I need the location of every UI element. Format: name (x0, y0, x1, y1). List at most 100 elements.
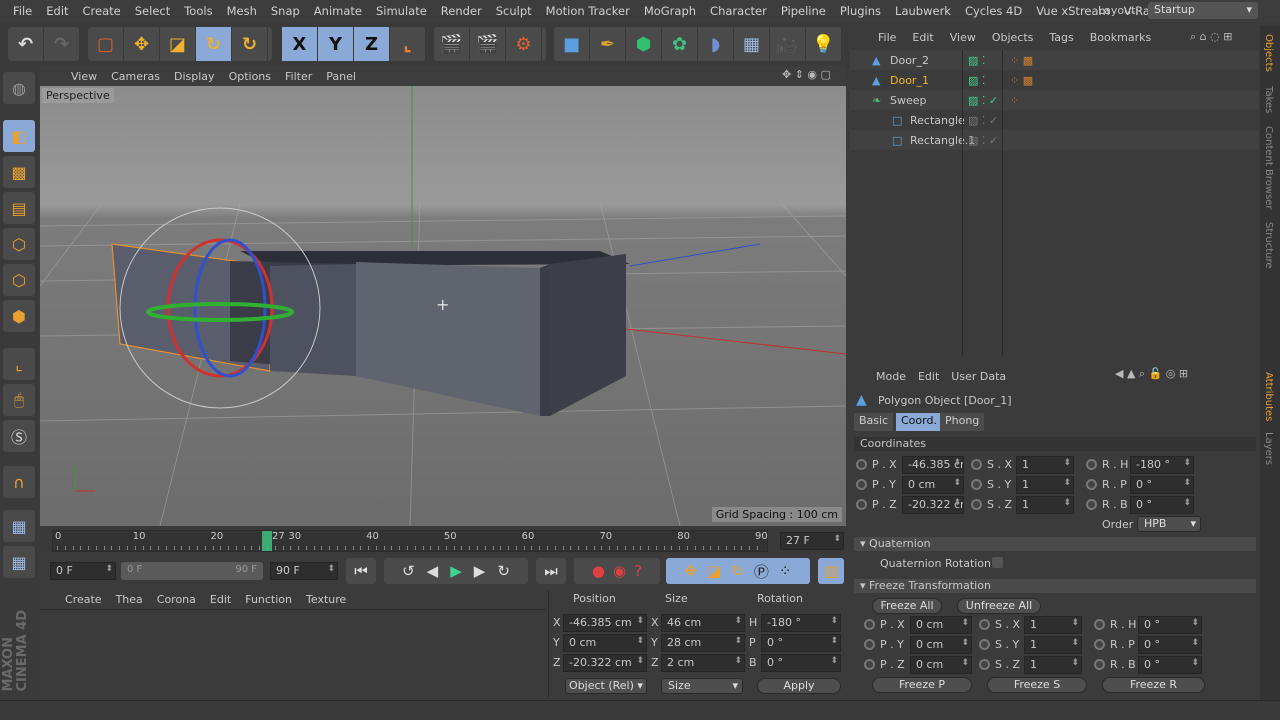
keyframe-selection-icon[interactable]: ? (634, 562, 642, 580)
coords-s-x-field[interactable]: 1 (1016, 456, 1074, 474)
coords-p-z-field[interactable]: -20.322 cr (902, 496, 964, 514)
rotation-b-field[interactable]: 0 ° (761, 654, 841, 672)
coords-r-p-field[interactable]: 0 ° (1130, 476, 1194, 494)
object-row-rectangle-1[interactable]: □ Rectangle.1 ▨ ⁚ ✓ (850, 130, 1258, 150)
freeze-p-y-field[interactable]: 0 cm (910, 636, 972, 654)
object-name[interactable]: Rectangle (910, 114, 965, 127)
menu-mesh[interactable]: Mesh (220, 4, 264, 18)
move-tool[interactable]: ✥ (124, 27, 160, 61)
menu-laubwerk[interactable]: Laubwerk (888, 4, 958, 18)
keyframe-radio[interactable] (864, 619, 875, 630)
object-menu-bookmarks[interactable]: Bookmarks (1082, 31, 1159, 44)
previous-frame-button[interactable]: ◀ (427, 562, 439, 580)
keyframe-radio[interactable] (971, 459, 982, 470)
frame-range-slider[interactable]: 0 F 90 F (121, 562, 263, 580)
rotation-p-field[interactable]: 0 ° (761, 634, 841, 652)
object-row-rectangle[interactable]: □ Rectangle ▨ ⁚ ✓ (850, 110, 1258, 130)
camera-label[interactable]: Perspective (42, 88, 114, 103)
freeze-transformation-section[interactable]: ▾ Freeze Transformation (854, 579, 1256, 593)
tweak-mode-icon[interactable]: 🖱 (3, 384, 35, 416)
freeze-p-x-field[interactable]: 0 cm (910, 616, 972, 634)
axis-mode-icon[interactable]: ⌞ (3, 348, 35, 380)
axis-lock-y-button[interactable]: Y (318, 27, 354, 61)
tab-phong[interactable]: Phong (940, 413, 985, 431)
start-frame-field[interactable]: 0 F (50, 562, 116, 580)
freeze-r-h-field[interactable]: 0 ° (1138, 616, 1202, 634)
object-manager-tools-icons[interactable]: ⌕ ⌂ ◌ ⊞ (1190, 30, 1232, 44)
visibility-toggle-icon[interactable]: ▨ ⁚ (968, 74, 985, 87)
material-manager-area[interactable] (40, 611, 546, 697)
keyframe-radio[interactable] (856, 459, 867, 470)
attribute-menu-mode[interactable]: Mode (870, 370, 912, 383)
menu-mograph[interactable]: MoGraph (637, 4, 703, 18)
key-param-icon[interactable]: Ⓟ (754, 561, 769, 582)
object-name[interactable]: Sweep (890, 94, 927, 107)
floor-icon[interactable]: ▦ (734, 27, 770, 61)
pen-icon[interactable]: ✒ (590, 27, 626, 61)
snap-icon[interactable]: Ⓢ (3, 420, 35, 452)
object-name[interactable]: Rectangle.1 (910, 134, 975, 147)
menu-animate[interactable]: Animate (307, 4, 369, 18)
position-x-field[interactable]: -46.385 cm (563, 614, 647, 632)
deformer-icon[interactable]: ◗ (698, 27, 734, 61)
scale-tool[interactable]: ◪ (160, 27, 196, 61)
menu-create[interactable]: Create (76, 4, 128, 18)
keyframe-radio[interactable] (979, 619, 990, 630)
keyframe-radio[interactable] (979, 639, 990, 650)
object-menu-tags[interactable]: Tags (1041, 31, 1081, 44)
object-row-sweep[interactable]: ❧ Sweep ▨ ⁚ ✓ ⁘ (850, 90, 1258, 110)
coords-r-b-field[interactable]: 0 ° (1130, 496, 1194, 514)
next-frame-button[interactable]: ▶ (474, 562, 486, 580)
recent-tool[interactable]: ↻ (232, 27, 268, 61)
object-menu-view[interactable]: View (942, 31, 984, 44)
key-position-icon[interactable]: ✥ (685, 562, 698, 580)
material-menu-edit[interactable]: Edit (203, 593, 238, 606)
cloner-icon[interactable]: ✿ (662, 27, 698, 61)
menu-select[interactable]: Select (128, 4, 177, 18)
camera-icon[interactable]: 🎥 (770, 27, 806, 61)
keyframe-radio[interactable] (971, 479, 982, 490)
viewport-menu-cameras[interactable]: Cameras (104, 70, 167, 83)
coords-s-y-field[interactable]: 1 (1016, 476, 1074, 494)
coords-s-z-field[interactable]: 1 (1016, 496, 1074, 514)
previous-key-button[interactable]: ↺ (402, 562, 415, 580)
freeze-r-b-field[interactable]: 0 ° (1138, 656, 1202, 674)
menu-plugins[interactable]: Plugins (833, 4, 888, 18)
undo-button[interactable]: ↶ (8, 27, 44, 61)
material-menu-function[interactable]: Function (238, 593, 299, 606)
coords-p-x-field[interactable]: -46.385 cr (902, 456, 964, 474)
side-tab-takes[interactable]: Takes (1263, 86, 1274, 113)
render-settings-button[interactable]: ⚙ (506, 27, 542, 61)
tab-basic[interactable]: Basic (854, 413, 894, 431)
polygons-mode-icon[interactable]: ⬢ (3, 300, 35, 332)
material-menu-texture[interactable]: Texture (299, 593, 353, 606)
material-menu-corona[interactable]: Corona (150, 593, 203, 606)
menu-edit[interactable]: Edit (39, 4, 75, 18)
menu-file[interactable]: File (6, 4, 39, 18)
viewport-menu-filter[interactable]: Filter (278, 70, 319, 83)
freeze-r-p-field[interactable]: 0 ° (1138, 636, 1202, 654)
visibility-toggle-icon[interactable]: ▨ ⁚ ✓ (968, 114, 998, 127)
object-name[interactable]: Door_2 (890, 54, 929, 67)
position-z-field[interactable]: -20.322 cm (563, 654, 647, 672)
viewport-3d[interactable]: + Perspective Grid Spacing : 100 cm (40, 86, 846, 526)
keyframe-radio[interactable] (864, 659, 875, 670)
freeze-s-y-field[interactable]: 1 (1024, 636, 1082, 654)
object-menu-file[interactable]: File (870, 31, 904, 44)
visibility-toggle-icon[interactable]: ▨ ⁚ ✓ (968, 134, 998, 147)
viewport-nav-icons[interactable]: ✥ ⇕ ◉ ▢ (782, 68, 831, 81)
size-x-field[interactable]: 46 cm (661, 614, 745, 632)
coordinate-mode-select[interactable]: Object (Rel) ▾ (565, 678, 647, 694)
record-key-icon[interactable]: ● (592, 562, 605, 580)
viewport-menu-options[interactable]: Options (222, 70, 278, 83)
freeze-s-z-field[interactable]: 1 (1024, 656, 1082, 674)
menu-motion-tracker[interactable]: Motion Tracker (539, 4, 637, 18)
side-tab-content-browser[interactable]: Content Browser (1263, 126, 1274, 209)
model-mode-icon[interactable]: ◧ (3, 120, 35, 152)
viewport-menu-panel[interactable]: Panel (319, 70, 363, 83)
size-y-field[interactable]: 28 cm (661, 634, 745, 652)
coordinate-system-button[interactable]: ⌞ (390, 27, 426, 61)
quaternion-section[interactable]: ▾ Quaternion (854, 537, 1256, 551)
freeze-s-button[interactable]: Freeze S (987, 677, 1087, 693)
menu-character[interactable]: Character (703, 4, 774, 18)
